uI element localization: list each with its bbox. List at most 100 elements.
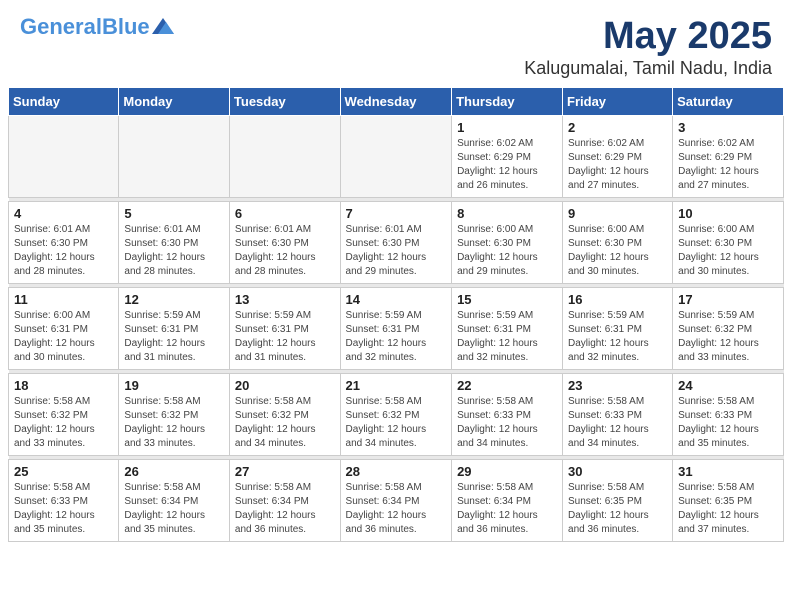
location-title: Kalugumalai, Tamil Nadu, India [524,58,772,79]
day-cell: 31 Sunrise: 5:58 AM Sunset: 6:35 PM Dayli… [673,459,784,541]
week-row-2: 4 Sunrise: 6:01 AM Sunset: 6:30 PM Daylig… [9,201,784,283]
day-number: 18 [14,378,113,393]
day-info: Sunrise: 5:58 AM Sunset: 6:34 PM Dayligh… [346,481,447,537]
day-cell: 3 Sunrise: 6:02 AM Sunset: 6:29 PM Daylig… [673,115,784,197]
day-info: Sunrise: 6:02 AM Sunset: 6:29 PM Dayligh… [568,137,667,193]
day-number: 2 [568,120,667,135]
day-number: 13 [235,292,335,307]
day-cell: 18Sunrise: 5:58 AM Sunset: 6:32 PM Dayli… [9,373,119,455]
day-number: 17 [678,292,778,307]
day-info: Sunrise: 5:58 AM Sunset: 6:35 PM Dayligh… [678,481,778,537]
day-number: 23 [568,378,667,393]
day-number: 22 [457,378,557,393]
day-info: Sunrise: 5:58 AM Sunset: 6:33 PM Dayligh… [678,395,778,451]
day-header-thursday: Thursday [452,87,563,115]
day-info: Sunrise: 5:59 AM Sunset: 6:31 PM Dayligh… [568,309,667,365]
day-number: 7 [346,206,447,221]
day-info: Sunrise: 6:01 AM Sunset: 6:30 PM Dayligh… [235,223,335,279]
day-cell: 22 Sunrise: 5:58 AM Sunset: 6:33 PM Dayli… [452,373,563,455]
day-number: 29 [457,464,557,479]
day-cell [9,115,119,197]
day-number: 20 [235,378,335,393]
day-number: 8 [457,206,557,221]
day-cell: 26Sunrise: 5:58 AM Sunset: 6:34 PM Dayli… [119,459,230,541]
day-info: Sunrise: 5:58 AM Sunset: 6:35 PM Dayligh… [568,481,667,537]
day-number: 9 [568,206,667,221]
week-row-4: 18 Sunrise: 5:58 AM Sunset: 6:32 PM Dayli… [9,373,784,455]
week-row-1: 1 Sunrise: 6:02 AM Sunset: 6:29 PM Daylig… [9,115,784,197]
day-info: Sunrise: 6:01 AM Sunset: 6:30 PM Dayligh… [14,223,113,279]
day-info: Sunrise: 5:58 AM Sunset: 6:32 PM Dayligh… [346,395,447,451]
day-cell: 10Sunrise: 6:00 AM Sunset: 6:30 PM Dayli… [673,201,784,283]
day-cell: 1 Sunrise: 6:02 AM Sunset: 6:29 PM Daylig… [452,115,563,197]
day-header-sunday: Sunday [9,87,119,115]
day-cell [119,115,230,197]
day-number: 14 [346,292,447,307]
day-number: 4 [14,206,113,221]
day-number: 3 [678,120,778,135]
day-number: 26 [124,464,224,479]
day-header-saturday: Saturday [673,87,784,115]
day-cell: 6 Sunrise: 6:01 AM Sunset: 6:30 PM Daylig… [229,201,340,283]
day-number: 30 [568,464,667,479]
day-cell: 12Sunrise: 5:59 AM Sunset: 6:31 PM Dayli… [119,287,230,369]
day-cell: 28 Sunrise: 5:58 AM Sunset: 6:34 PM Dayli… [340,459,452,541]
day-cell: 2 Sunrise: 6:02 AM Sunset: 6:29 PM Daylig… [563,115,673,197]
logo: GeneralBlue [20,16,174,38]
day-info: Sunrise: 5:58 AM Sunset: 6:32 PM Dayligh… [235,395,335,451]
logo-icon [152,18,174,34]
day-cell: 13 Sunrise: 5:59 AM Sunset: 6:31 PM Dayli… [229,287,340,369]
header: GeneralBlue May 2025 Kalugumalai, Tamil … [0,0,792,87]
day-cell: 20 Sunrise: 5:58 AM Sunset: 6:32 PM Dayli… [229,373,340,455]
day-cell [229,115,340,197]
day-info: Sunrise: 6:01 AM Sunset: 6:30 PM Dayligh… [124,223,224,279]
day-info: Sunrise: 5:58 AM Sunset: 6:33 PM Dayligh… [14,481,113,537]
day-header-monday: Monday [119,87,230,115]
calendar-wrap: SundayMondayTuesdayWednesdayThursdayFrid… [0,87,792,550]
day-cell: 15Sunrise: 5:59 AM Sunset: 6:31 PM Dayli… [452,287,563,369]
day-info: Sunrise: 6:00 AM Sunset: 6:30 PM Dayligh… [568,223,667,279]
day-header-friday: Friday [563,87,673,115]
day-info: Sunrise: 5:58 AM Sunset: 6:33 PM Dayligh… [568,395,667,451]
day-cell: 27 Sunrise: 5:58 AM Sunset: 6:34 PM Dayli… [229,459,340,541]
day-number: 16 [568,292,667,307]
day-info: Sunrise: 6:00 AM Sunset: 6:30 PM Dayligh… [457,223,557,279]
day-info: Sunrise: 6:02 AM Sunset: 6:29 PM Dayligh… [678,137,778,193]
day-cell: 7 Sunrise: 6:01 AM Sunset: 6:30 PM Daylig… [340,201,452,283]
week-row-3: 11Sunrise: 6:00 AM Sunset: 6:31 PM Dayli… [9,287,784,369]
day-cell: 17 Sunrise: 5:59 AM Sunset: 6:32 PM Dayli… [673,287,784,369]
day-info: Sunrise: 5:58 AM Sunset: 6:34 PM Dayligh… [457,481,557,537]
day-info: Sunrise: 5:59 AM Sunset: 6:31 PM Dayligh… [235,309,335,365]
day-info: Sunrise: 5:59 AM Sunset: 6:31 PM Dayligh… [124,309,224,365]
day-info: Sunrise: 5:59 AM Sunset: 6:31 PM Dayligh… [457,309,557,365]
day-info: Sunrise: 6:01 AM Sunset: 6:30 PM Dayligh… [346,223,447,279]
day-cell: 4 Sunrise: 6:01 AM Sunset: 6:30 PM Daylig… [9,201,119,283]
day-info: Sunrise: 5:59 AM Sunset: 6:32 PM Dayligh… [678,309,778,365]
week-row-5: 25 Sunrise: 5:58 AM Sunset: 6:33 PM Dayli… [9,459,784,541]
month-title: May 2025 [524,16,772,58]
calendar-header-row: SundayMondayTuesdayWednesdayThursdayFrid… [9,87,784,115]
day-info: Sunrise: 5:58 AM Sunset: 6:34 PM Dayligh… [235,481,335,537]
day-number: 6 [235,206,335,221]
day-number: 1 [457,120,557,135]
day-cell: 14 Sunrise: 5:59 AM Sunset: 6:31 PM Dayli… [340,287,452,369]
day-cell [340,115,452,197]
day-info: Sunrise: 6:02 AM Sunset: 6:29 PM Dayligh… [457,137,557,193]
day-cell: 21Sunrise: 5:58 AM Sunset: 6:32 PM Dayli… [340,373,452,455]
day-cell: 11Sunrise: 6:00 AM Sunset: 6:31 PM Dayli… [9,287,119,369]
day-number: 28 [346,464,447,479]
day-number: 10 [678,206,778,221]
day-number: 31 [678,464,778,479]
day-info: Sunrise: 5:58 AM Sunset: 6:33 PM Dayligh… [457,395,557,451]
day-number: 25 [14,464,113,479]
day-cell: 25 Sunrise: 5:58 AM Sunset: 6:33 PM Dayli… [9,459,119,541]
day-number: 27 [235,464,335,479]
day-info: Sunrise: 5:59 AM Sunset: 6:31 PM Dayligh… [346,309,447,365]
day-number: 11 [14,292,113,307]
calendar-table: SundayMondayTuesdayWednesdayThursdayFrid… [8,87,784,542]
day-cell: 9 Sunrise: 6:00 AM Sunset: 6:30 PM Daylig… [563,201,673,283]
title-block: May 2025 Kalugumalai, Tamil Nadu, India [524,16,772,79]
day-cell: 5Sunrise: 6:01 AM Sunset: 6:30 PM Daylig… [119,201,230,283]
day-number: 24 [678,378,778,393]
day-cell: 8 Sunrise: 6:00 AM Sunset: 6:30 PM Daylig… [452,201,563,283]
